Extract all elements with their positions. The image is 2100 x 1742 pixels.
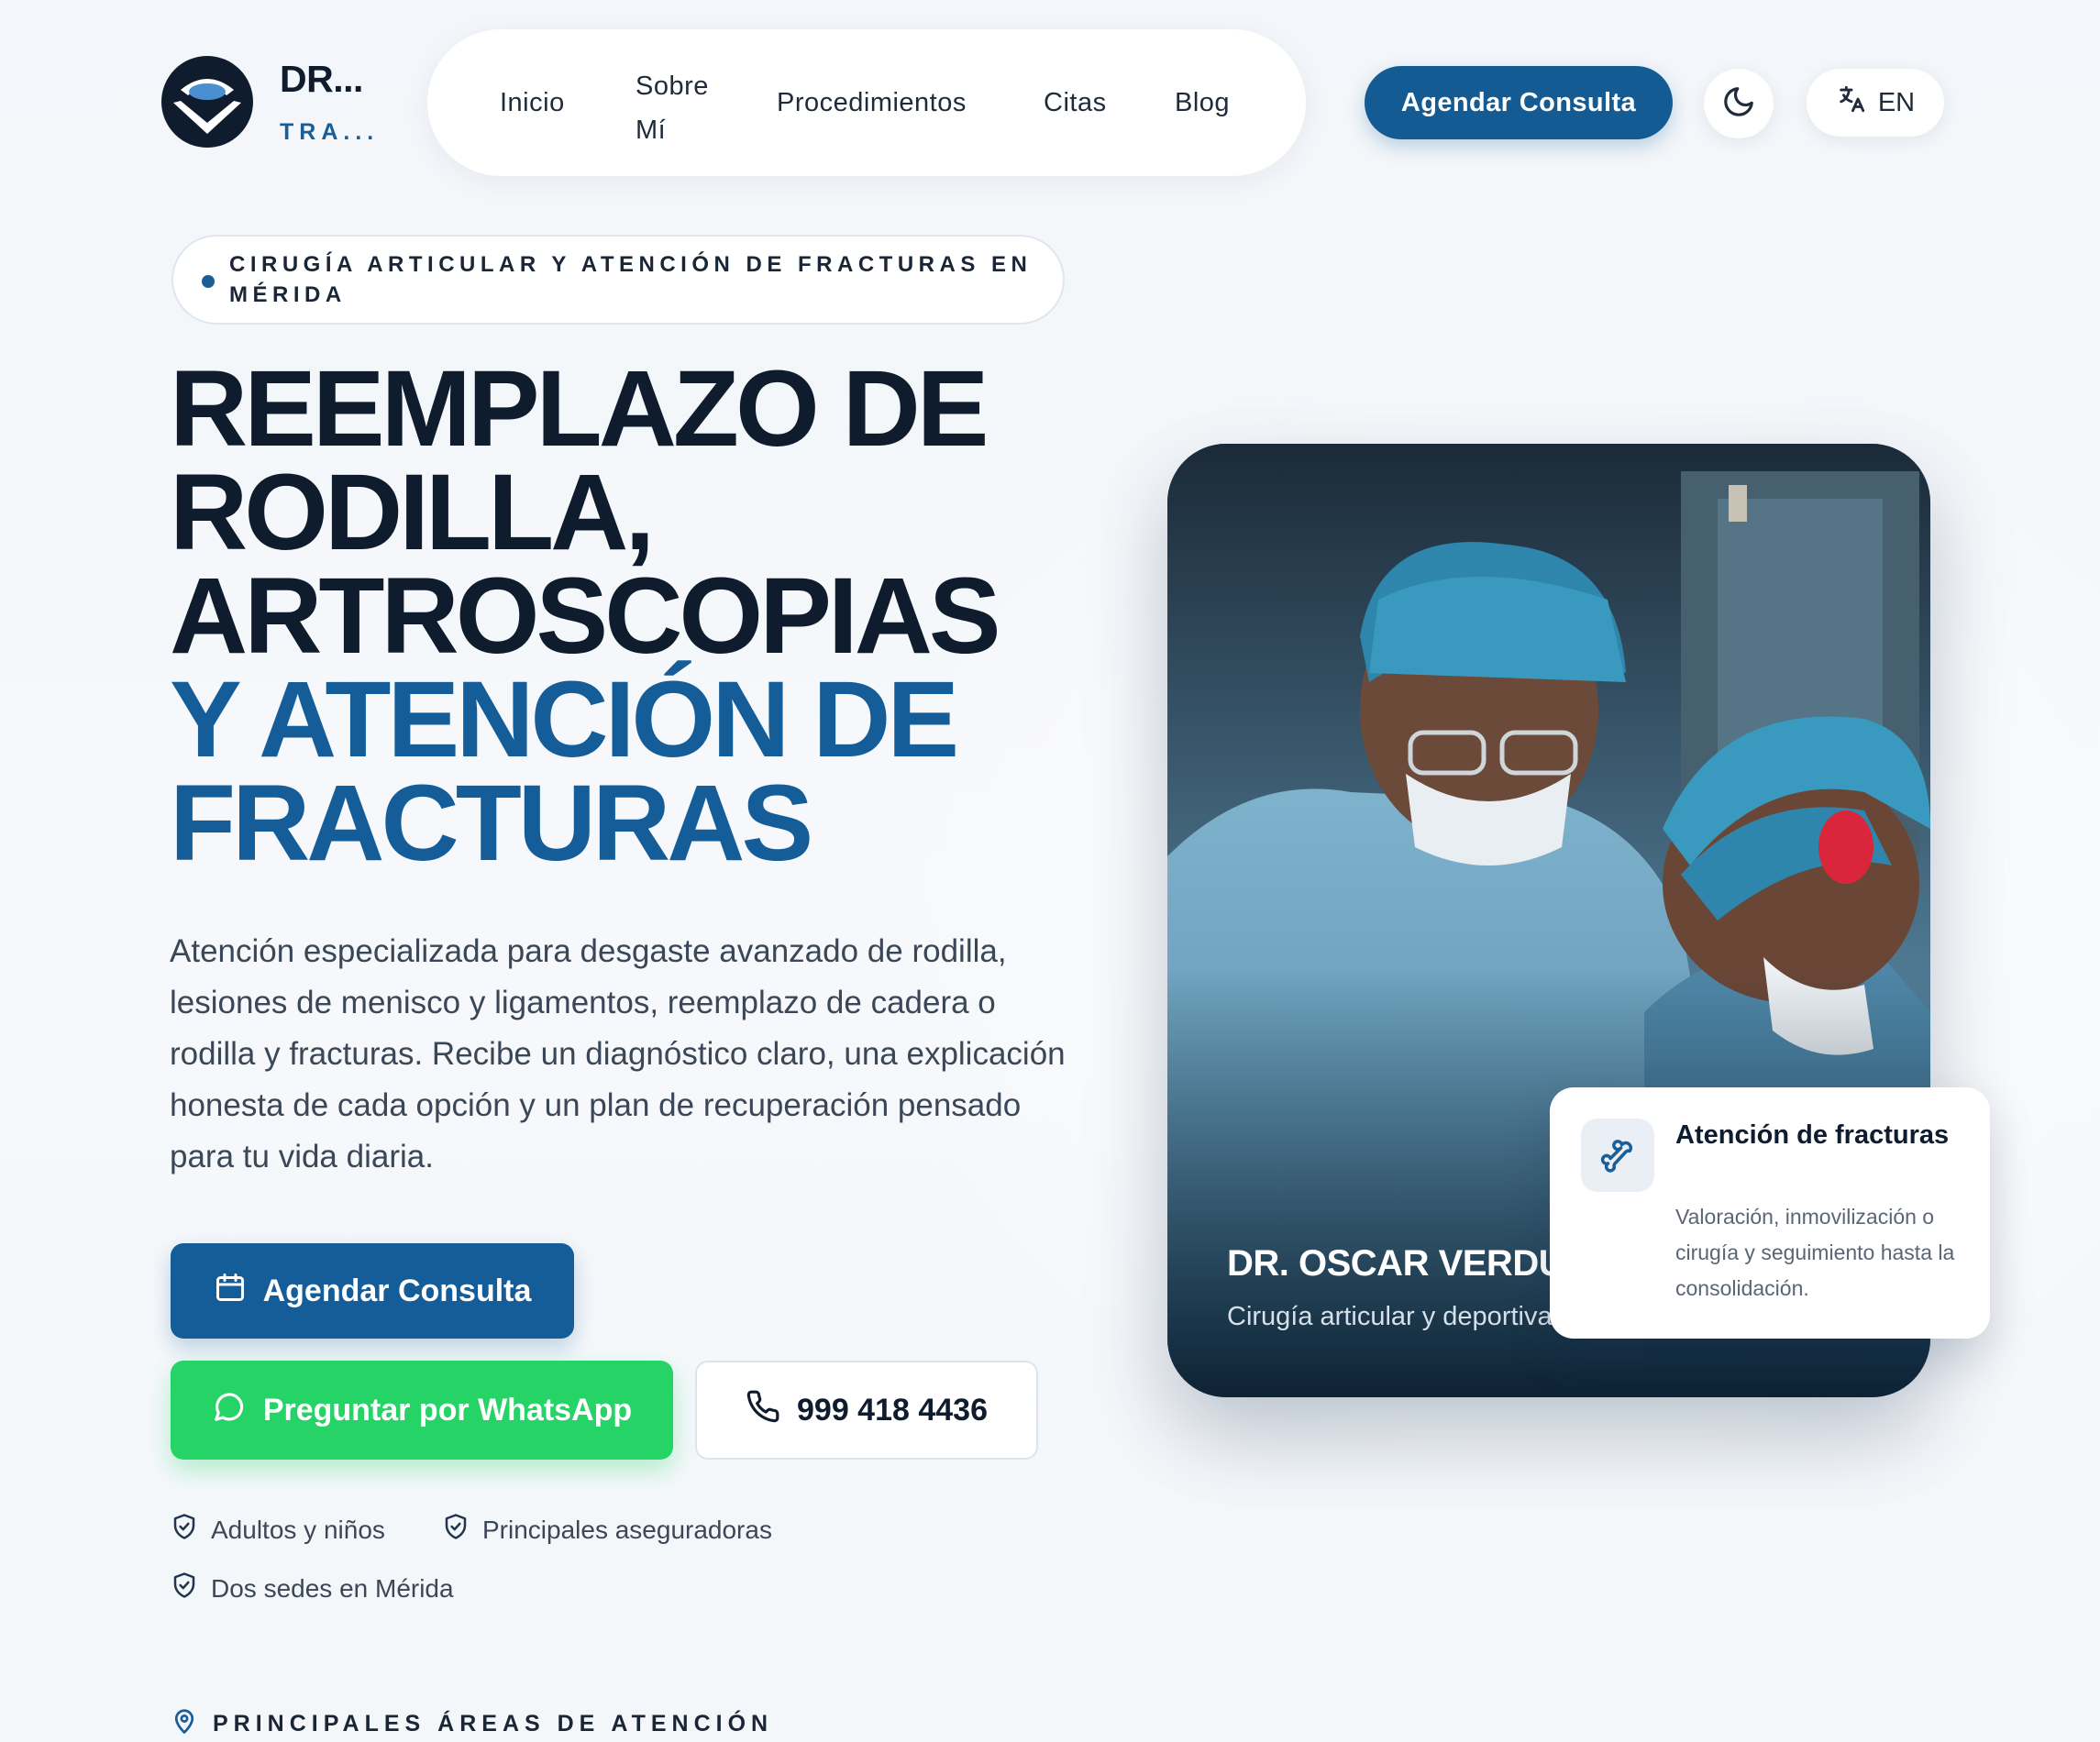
phone-icon	[746, 1389, 780, 1432]
schedule-label: Agendar Consulta	[262, 1273, 532, 1308]
doctor-role: Cirugía articular y deportiva	[1227, 1302, 1553, 1331]
headline-dark: REEMPLAZO DE RODILLA, ARTROSCOPIAS	[170, 348, 1001, 677]
theme-toggle-button[interactable]	[1704, 69, 1774, 138]
brand-name[interactable]: DR...	[280, 58, 363, 101]
nav-sobre-mi[interactable]: Sobre Mí	[636, 64, 718, 152]
nav-citas[interactable]: Citas	[1044, 88, 1107, 118]
badge-insurers: Principales aseguradoras	[442, 1513, 772, 1547]
phone-number: 999 418 4436	[797, 1392, 988, 1428]
hero-lead: Atención especializada para desgaste ava…	[170, 933, 1066, 1174]
areas-heading: PRINCIPALES ÁREAS DE ATENCIÓN	[171, 1707, 773, 1741]
language-label: EN	[1877, 87, 1916, 117]
headline-blue: Y ATENCIÓN DE FRACTURAS	[170, 659, 959, 884]
badge-label: Dos sedes en Mérida	[211, 1573, 454, 1603]
whatsapp-icon	[212, 1389, 247, 1432]
nav-procedimientos[interactable]: Procedimientos	[777, 88, 967, 118]
shield-check-icon	[442, 1513, 470, 1547]
logo-mark[interactable]	[160, 55, 254, 149]
language-toggle-button[interactable]: EN	[1807, 69, 1944, 137]
moon-icon	[1721, 84, 1756, 124]
schedule-consultation-button[interactable]: Agendar Consulta	[171, 1243, 574, 1339]
badge-adults-children: Adultos y niños	[171, 1513, 385, 1547]
doctor-name: DR. OSCAR VERDU	[1227, 1243, 1565, 1284]
nav-inicio[interactable]: Inicio	[500, 88, 565, 118]
phone-button[interactable]: 999 418 4436	[695, 1361, 1038, 1460]
map-pin-icon	[171, 1707, 198, 1741]
header-schedule-button[interactable]: Agendar Consulta	[1365, 66, 1673, 139]
fracture-card-title: Atención de fracturas	[1675, 1120, 1950, 1150]
badge-locations: Dos sedes en Mérida	[171, 1571, 454, 1605]
shield-check-icon	[171, 1571, 198, 1605]
brand-subtitle: TRA...	[280, 119, 380, 145]
areas-label: PRINCIPALES ÁREAS DE ATENCIÓN	[213, 1711, 774, 1736]
badge-label: Principales aseguradoras	[482, 1515, 772, 1544]
badge-label: Adultos y niños	[211, 1515, 385, 1544]
calendar-icon	[214, 1271, 247, 1312]
translate-icon	[1836, 83, 1867, 122]
bone-icon	[1581, 1119, 1654, 1192]
whatsapp-label: Preguntar por WhatsApp	[262, 1392, 633, 1428]
eyebrow-dot	[202, 275, 215, 288]
nav-blog[interactable]: Blog	[1175, 88, 1230, 118]
eyebrow-text: CIRUGÍA ARTICULAR Y ATENCIÓN DE FRACTURA…	[229, 252, 1033, 307]
shield-check-icon	[171, 1513, 198, 1547]
hero-headline: REEMPLAZO DE RODILLA, ARTROSCOPIAS Y ATE…	[170, 355, 1087, 877]
fracture-card-description: Valoración, inmovilización o cirugía y s…	[1675, 1205, 1955, 1300]
whatsapp-button[interactable]: Preguntar por WhatsApp	[171, 1361, 673, 1460]
